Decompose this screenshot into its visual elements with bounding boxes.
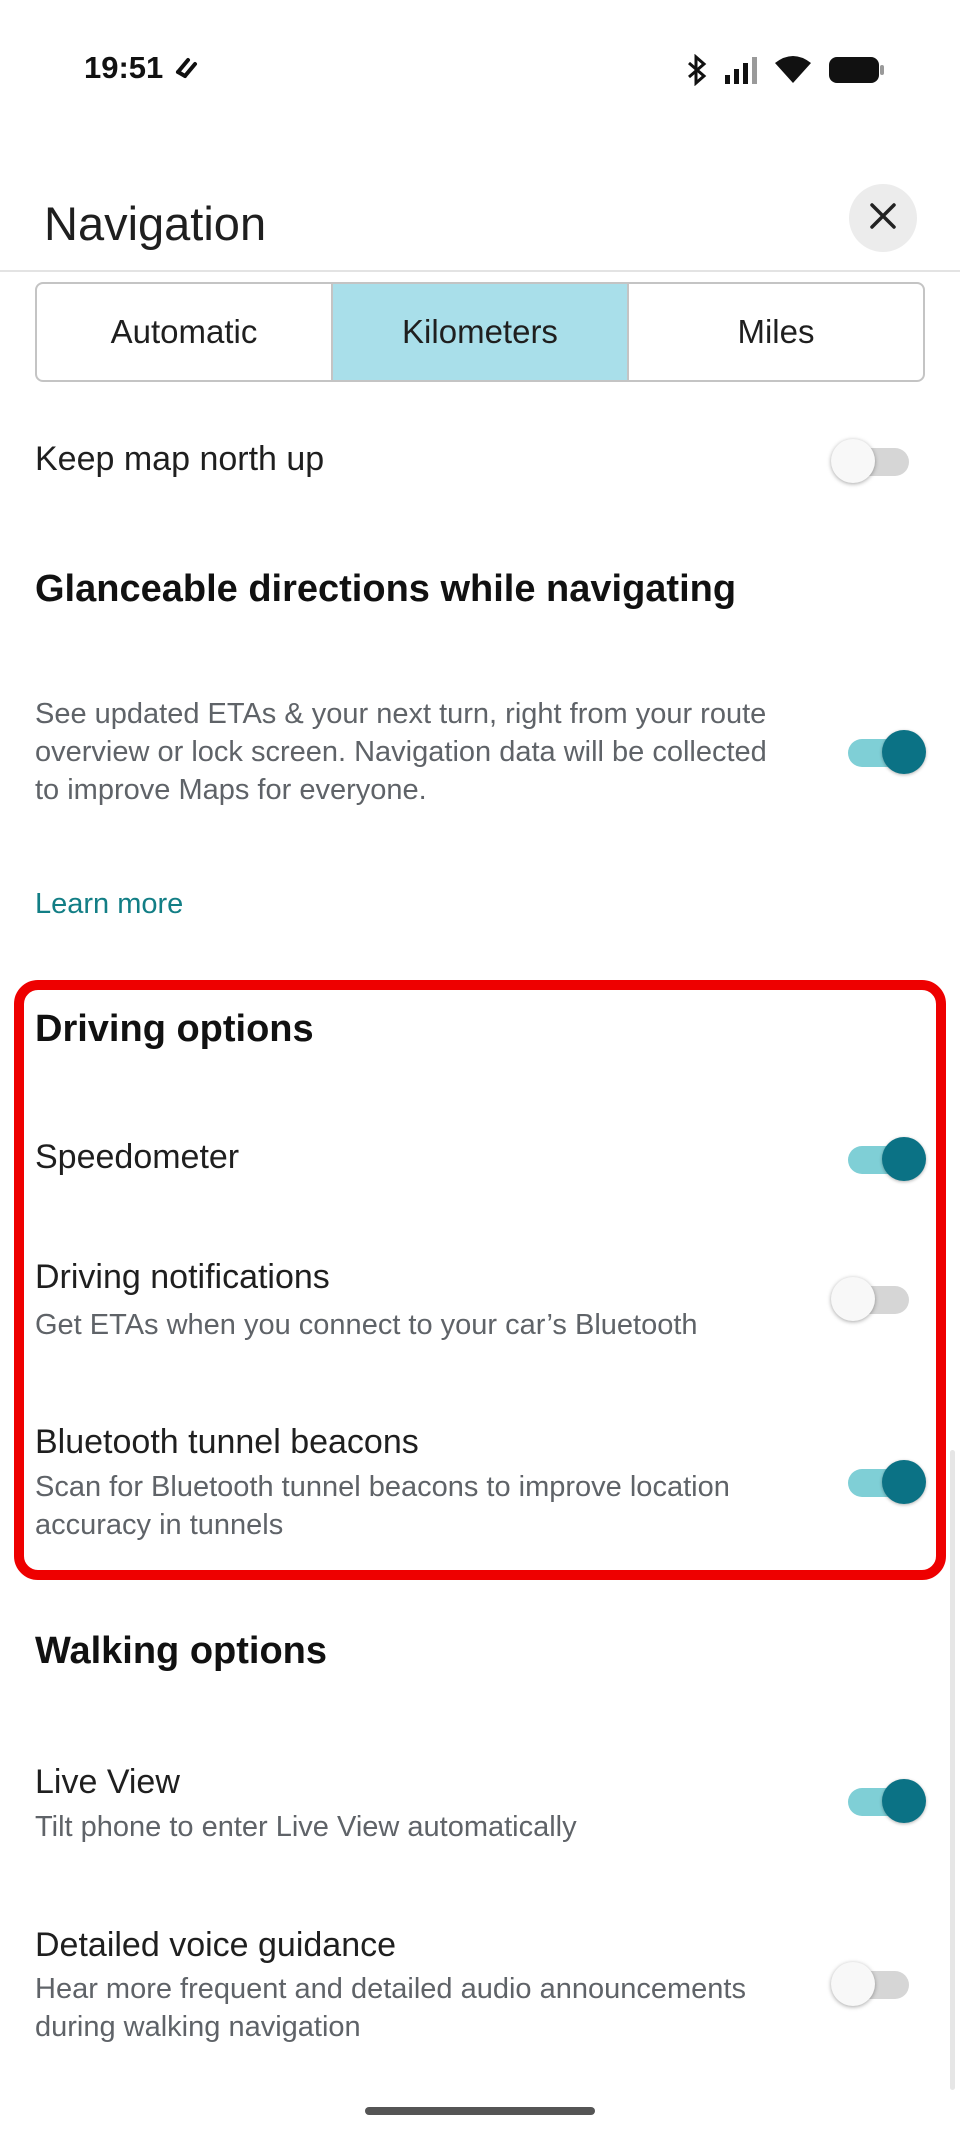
voice-guidance-description: Hear more frequent and detailed audio an… [35,1973,746,2043]
voice-guidance-label: Detailed voice guidance [35,1926,397,1964]
status-time: 19:51 [84,50,164,85]
tunnel-beacons-toggle[interactable] [848,1460,926,1504]
page-title: Navigation [44,197,267,250]
learn-more-link[interactable]: Learn more [35,888,183,921]
units-option-kilometers[interactable]: Kilometers [333,284,629,380]
link-icon [174,56,200,85]
speedometer-label: Speedometer [35,1138,240,1176]
north-up-label: Keep map north up [35,440,325,478]
header-divider [0,270,960,272]
toggle-thumb [831,1277,875,1321]
units-option-miles[interactable]: Miles [629,284,923,380]
driving-notifications-description: Get ETAs when you connect to your car’s … [35,1309,698,1341]
scrollbar[interactable] [950,1450,955,2090]
toggle-thumb [831,1962,875,2006]
driving-options-title: Driving options [35,1008,314,1050]
driving-notifications-label: Driving notifications [35,1258,330,1296]
voice-guidance-toggle[interactable] [831,1962,909,2006]
units-option-automatic[interactable]: Automatic [37,284,333,380]
toggle-thumb [882,1779,926,1823]
units-segmented-control: Automatic Kilometers Miles [35,282,925,382]
signal-icon [724,55,758,90]
toggle-thumb [882,1460,926,1504]
toggle-thumb [882,1137,926,1181]
home-indicator[interactable] [365,2107,595,2115]
header: Navigation [0,170,960,270]
tunnel-beacons-description: Scan for Bluetooth tunnel beacons to imp… [35,1471,730,1541]
speedometer-toggle[interactable] [848,1137,926,1181]
glanceable-description: See updated ETAs & your next turn, right… [35,698,767,806]
live-view-label: Live View [35,1763,180,1801]
close-button[interactable] [849,184,917,252]
glanceable-title: Glanceable directions while navigating [35,568,737,610]
toggle-thumb [831,439,875,483]
north-up-toggle[interactable] [831,439,909,483]
driving-notifications-toggle[interactable] [831,1277,909,1321]
close-icon [868,201,898,236]
glanceable-toggle[interactable] [848,730,926,774]
battery-icon [828,56,886,89]
toggle-thumb [882,730,926,774]
live-view-toggle[interactable] [848,1779,926,1823]
live-view-description: Tilt phone to enter Live View automatica… [35,1811,577,1843]
wifi-icon [774,55,812,90]
tunnel-beacons-label: Bluetooth tunnel beacons [35,1423,419,1461]
status-bar: 19:51 [0,0,960,140]
bluetooth-icon [686,53,708,91]
walking-options-title: Walking options [35,1630,328,1672]
